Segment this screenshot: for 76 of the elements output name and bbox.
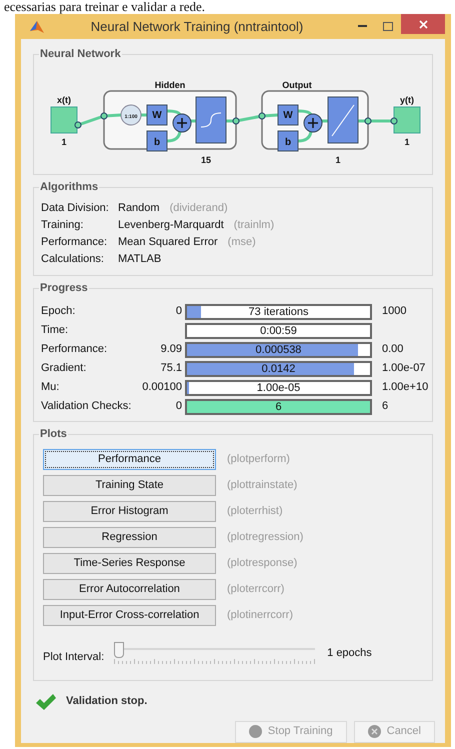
layer-title: Hidden [154,80,186,90]
algorithm-label: Calculations: [41,252,105,267]
start-value: 0.00100 [142,381,182,394]
end-value: 1.00e-07 [382,361,426,376]
end-value: 6 [382,399,388,414]
slider-reading: 1 epochs [327,646,372,661]
start-value: 0 [176,400,182,412]
function-name: (ploterrcorr) [227,582,284,598]
cancel-icon [368,725,381,738]
function-name: (plotresponse) [227,556,298,572]
end-value: 1000 [382,304,406,320]
algorithm-label: Training: [41,218,84,233]
panel-title: Algorithms [39,180,100,194]
close-icon [418,20,428,28]
function-name: (trainlm) [234,218,274,233]
document-text: ecessarias para treinar e validar a rede. [4,0,206,14]
function-name: (plotinerrcorr) [227,608,294,624]
progress-label: Performance: [41,342,108,358]
function-name: (mse) [228,235,256,250]
output-label: y(t) [400,95,414,105]
function-name: (plotperform) [227,452,290,468]
plot-button[interactable]: Time-Series Response [43,553,216,574]
algorithm-value: Levenberg-Marquardt [118,218,224,233]
start-value: 9.09 [160,343,182,356]
function-name: (ploterrhist) [227,504,283,520]
layer-title: Output [282,80,312,90]
algorithm-value: Mean Squared Error [118,235,218,250]
weight-label: W [152,110,162,121]
progress-label: Gradient: [41,361,88,376]
minimize-icon [358,25,366,28]
plot-button[interactable]: Input-Error Cross-correlation [43,605,216,626]
function-name: (dividerand) [170,201,228,216]
slider-thumb[interactable] [114,642,124,658]
status-message: Validation stop. [66,694,148,710]
close-button[interactable] [401,14,445,34]
interval-slider[interactable] [114,642,316,664]
slider-label: Plot Interval: [43,650,104,665]
progress-reading: 0.000538 [256,344,302,356]
size-label: 1 [336,155,340,165]
window-title: Neural Network Training (nntraintool) [90,18,304,34]
check-icon [35,692,57,710]
end-value: 0.00 [382,342,404,358]
progress-label: Validation Checks: [41,399,132,414]
input-label: x(t) [57,95,71,105]
algorithm-label: Data Division: [41,201,110,216]
maximize-icon [383,22,393,31]
plot-button[interactable]: Performance [43,449,216,470]
size-label: 15 [201,155,211,165]
plot-button[interactable]: Error Histogram [43,501,216,522]
progress-reading: 73 iterations [248,306,308,318]
plot-button[interactable]: Regression [43,527,216,548]
bias-label: b [284,137,292,148]
stop-icon [248,725,262,738]
panel-title: Progress [39,281,89,295]
start-value: 75.1 [160,362,182,374]
algorithm-value: MATLAB [118,252,162,267]
progress-reading: 6 [275,400,282,412]
bias-label: b [154,137,160,148]
weight-label: W [283,110,293,121]
progress-label: Mu: [41,380,60,396]
algorithm-label: Performance: [41,235,108,250]
algorithm-value: Random [118,201,160,216]
end-value: 1.00e+10 [382,380,428,396]
progress-reading: 0.0142 [262,362,296,374]
size-label: 1 [404,137,410,147]
function-name: (plottrainstate) [227,478,298,494]
peak-logo-icon [29,18,45,34]
start-value: 0 [176,305,182,318]
plot-button[interactable]: Training State [43,475,216,496]
time-field: 0:00:59 [185,322,372,338]
progress-label: Epoch: [41,304,76,320]
function-name: (plotregression) [227,530,304,546]
plot-button[interactable]: Error Autocorrelation [43,579,216,600]
progress-reading: 1.00e-05 [256,382,300,394]
progress-label: Time: [41,323,70,338]
size-label: 1 [62,137,66,147]
